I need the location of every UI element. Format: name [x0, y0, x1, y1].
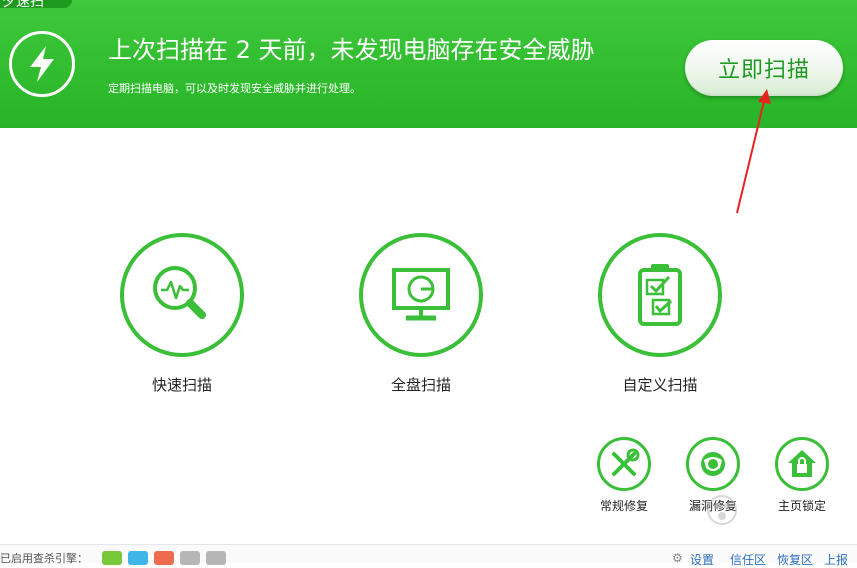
- vulnerability-repair-label: 漏洞修复: [688, 499, 737, 513]
- scan-status-subtitle: 定期扫描电脑，可以及时发现安全威胁并进行处理。: [108, 82, 361, 95]
- full-scan-label: 全盘扫描: [390, 376, 451, 394]
- wrench-screwdriver-icon: [612, 448, 640, 476]
- quick-scan-button[interactable]: 快速扫描: [118, 233, 246, 395]
- engines-label: 已启用查杀引擎：: [0, 552, 88, 565]
- custom-scan-label: 自定义扫描: [622, 376, 698, 394]
- vulnerability-repair-button[interactable]: 漏洞修复: [681, 437, 745, 514]
- monitor-pie-icon: [392, 268, 450, 321]
- annotation-arrow: [736, 89, 771, 214]
- window-corner-tab[interactable]: 夕速扫: [0, 0, 72, 10]
- magnifier-pulse-icon: [153, 266, 206, 319]
- scan-status-title: 上次扫描在 2 天前，未发现电脑存在安全威胁: [108, 36, 595, 64]
- corner-tab-text: 夕速扫: [2, 0, 44, 10]
- lightning-bolt-icon: [9, 31, 75, 97]
- home-lock-icon: [788, 450, 816, 477]
- restore-zone-link[interactable]: 恢复区: [777, 551, 813, 568]
- shield-globe-icon: [701, 452, 725, 476]
- trust-zone-link[interactable]: 信任区: [730, 551, 766, 568]
- quick-scan-label: 快速扫描: [151, 376, 212, 394]
- custom-scan-button[interactable]: 自定义扫描: [596, 233, 724, 395]
- engine-icon-5[interactable]: [206, 551, 226, 565]
- settings-link[interactable]: 设置: [690, 551, 714, 568]
- report-link[interactable]: 上报: [824, 551, 848, 568]
- engine-icon-1[interactable]: [102, 551, 122, 565]
- homepage-lock-button[interactable]: 主页锁定: [770, 437, 834, 514]
- routine-repair-button[interactable]: 常规修复: [592, 437, 656, 514]
- engine-icon-4[interactable]: [180, 551, 200, 565]
- routine-repair-label: 常规修复: [599, 499, 648, 513]
- engine-icon-3[interactable]: [154, 551, 174, 565]
- status-footer: 已启用查杀引擎： ⚙ 设置 信任区 恢复区 上报: [0, 544, 857, 567]
- engine-icon-2[interactable]: [128, 551, 148, 565]
- full-scan-button[interactable]: 全盘扫描: [357, 233, 485, 395]
- clipboard-check-icon: [638, 264, 682, 326]
- homepage-lock-label: 主页锁定: [777, 499, 826, 513]
- settings-gear-icon[interactable]: ⚙: [672, 551, 683, 565]
